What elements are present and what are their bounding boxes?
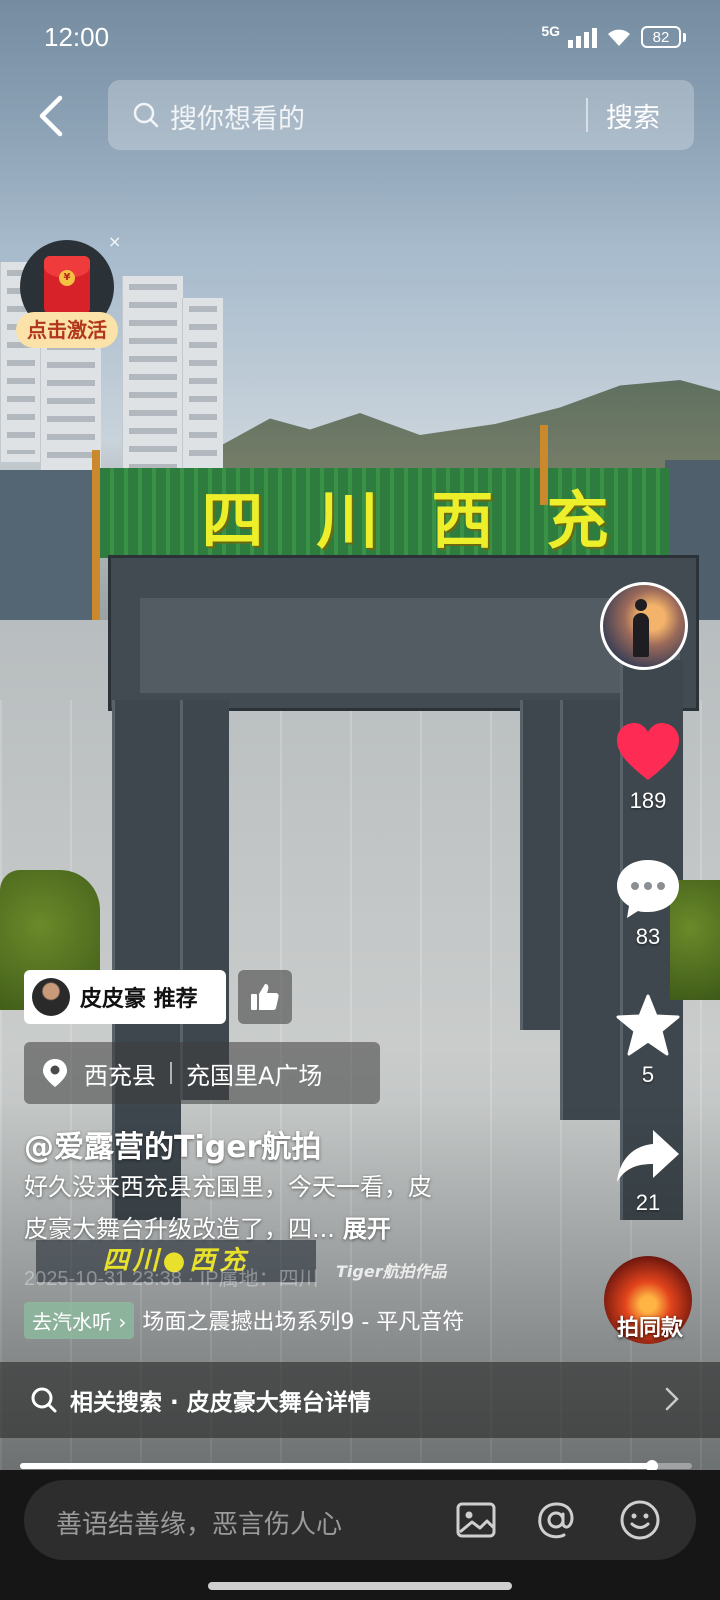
related-search-bar[interactable]: 相关搜索 · 皮皮豪大舞台详情 [0, 1362, 720, 1438]
like-button[interactable]: 189 [608, 722, 688, 814]
chevron-right-icon [665, 1387, 679, 1411]
building [182, 298, 223, 488]
post-date: 2025-10-31 23:38 · IP属地：四川 [24, 1268, 319, 1290]
comment-icon [617, 860, 679, 918]
search-placeholder[interactable]: 搜你想看的 [170, 97, 305, 136]
share-count: 21 [635, 1190, 661, 1215]
search-icon [133, 102, 159, 128]
building [122, 276, 183, 486]
related-search-text: 相关搜索 · 皮皮豪大舞台详情 [70, 1390, 371, 1416]
share-arrow-icon [617, 1130, 679, 1182]
battery-icon: 82 [641, 26, 686, 48]
comment-input[interactable]: 善语结善缘，恶言伤人心 [24, 1480, 696, 1560]
search-button[interactable]: 搜索 [606, 96, 660, 135]
expand-link[interactable]: 展开 [343, 1215, 391, 1243]
sign-char: 川 [316, 484, 389, 557]
video-screen: 四 川 西 充 12:00 5G 82 搜你想看的 搜索 ¥ 点击激活 × 18… [0, 0, 720, 1600]
share-button[interactable]: 21 [608, 1128, 688, 1216]
sign-char: 四 [201, 484, 274, 557]
home-indicator[interactable] [208, 1582, 512, 1590]
music-bar[interactable]: 去汽水听 › 场面之震撼出场系列9 - 平凡音符 [24, 1300, 492, 1340]
heart-icon [617, 723, 679, 780]
desc-line: 皮豪大舞台升级改造了，四... [24, 1215, 335, 1243]
recommend-text: 皮皮豪 推荐 [80, 987, 198, 1012]
signal-icon [568, 26, 597, 48]
search-bar[interactable]: 搜你想看的 搜索 [108, 80, 694, 150]
post-description[interactable]: 好久没来西充县充国里，今天一看，皮 皮豪大舞台升级改造了，四... 展开 [24, 1166, 544, 1250]
sign-char: 西 [431, 484, 504, 557]
close-icon[interactable]: × [108, 232, 121, 251]
remix-label[interactable]: 拍同款 [608, 1310, 692, 1342]
red-envelope-icon: ¥ [44, 256, 90, 314]
like-count: 189 [629, 788, 667, 813]
comment-button[interactable]: 83 [608, 858, 688, 950]
video-watermark-credit: Tiger航拍作品 [336, 1262, 447, 1281]
author-name[interactable]: @爱露营的Tiger航拍 [24, 1122, 321, 1166]
lamp-post [92, 450, 100, 620]
gate-pillar [180, 700, 229, 1100]
gate-pillar [520, 700, 563, 1030]
network-type: 5G [541, 23, 560, 39]
recommend-thumb-button[interactable] [238, 970, 292, 1024]
favorite-count: 5 [641, 1062, 655, 1087]
image-icon[interactable] [454, 1498, 498, 1542]
location-tag[interactable]: 西充县 充国里A广场 [24, 1042, 380, 1104]
gate-sign: 四 川 西 充 [180, 470, 640, 560]
location-pin-icon [43, 1059, 67, 1087]
red-packet-label[interactable]: 点击激活 [16, 312, 118, 348]
wifi-icon [608, 29, 630, 46]
music-title: 场面之震撼出场系列9 - 平凡音符 [142, 1310, 465, 1335]
video-progress-bar[interactable] [20, 1460, 692, 1472]
location-county: 西充县 [84, 1061, 156, 1090]
status-icons: 5G 82 [541, 22, 686, 52]
search-icon [31, 1387, 57, 1413]
recommender-avatar [32, 978, 70, 1016]
thumbs-up-icon [251, 984, 279, 1010]
location-place: 充国里A广场 [186, 1061, 323, 1090]
battery-level: 82 [641, 26, 681, 48]
favorite-button[interactable]: 5 [608, 994, 688, 1088]
chevron-left-icon [39, 95, 63, 137]
emoji-icon[interactable] [618, 1498, 662, 1542]
status-time: 12:00 [44, 22, 110, 52]
mention-icon[interactable] [534, 1498, 578, 1542]
comment-count: 83 [635, 924, 661, 949]
storefront-left [0, 470, 95, 630]
comment-placeholder[interactable]: 善语结善缘，恶言伤人心 [56, 1504, 342, 1541]
recommend-pill[interactable]: 皮皮豪 推荐 [24, 970, 226, 1024]
sign-char: 充 [546, 484, 619, 557]
progress-fill [20, 1463, 652, 1469]
author-avatar[interactable] [600, 582, 688, 670]
back-button[interactable] [34, 92, 74, 140]
desc-line: 好久没来西充县充国里，今天一看，皮 [24, 1173, 432, 1201]
listen-in-app-button[interactable]: 去汽水听 › [24, 1301, 135, 1339]
star-icon [616, 994, 680, 1056]
